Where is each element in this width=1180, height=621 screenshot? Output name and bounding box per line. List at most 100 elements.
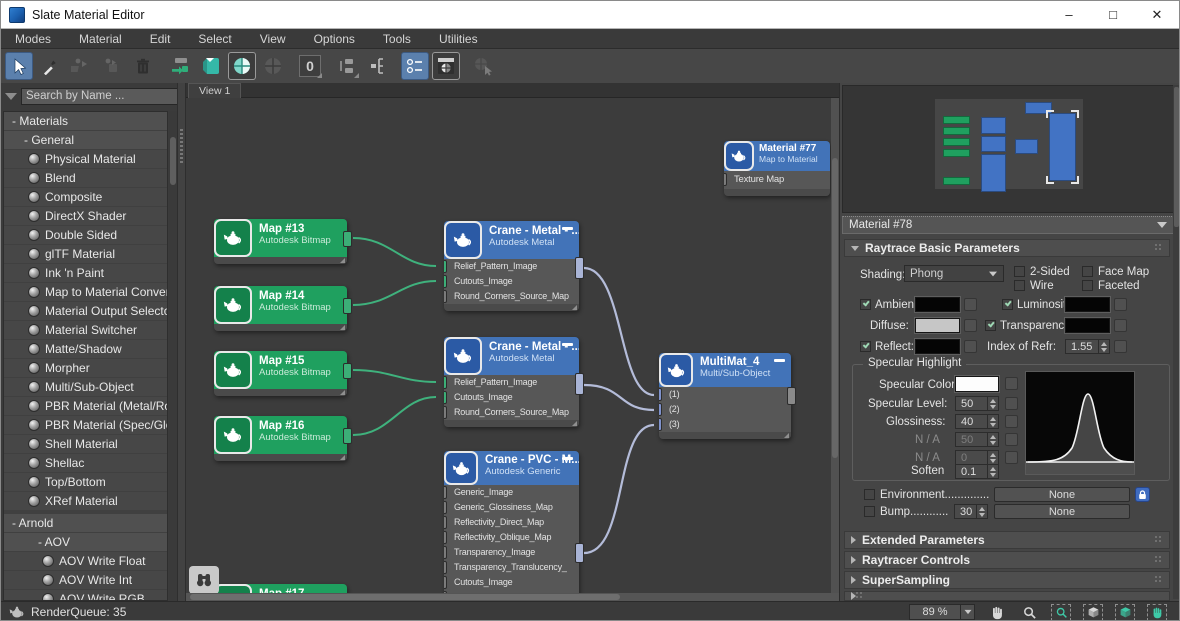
parameter-editor-toggle-button[interactable] [432,52,460,80]
zoom-extents-selected-button[interactable] [1115,603,1135,620]
environment-map-button[interactable]: None [994,487,1130,502]
pan-tool-button[interactable] [987,604,1007,621]
node-header[interactable]: Crane - PVC - M... Autodesk Generic [444,451,579,485]
tree-item-shell-material[interactable]: Shell Material [4,435,167,453]
node-header[interactable]: Material #77 Map to Material [724,141,830,171]
diffuse-color-swatch[interactable] [915,318,960,333]
output-socket[interactable] [575,373,584,395]
maximize-button[interactable]: □ [1091,1,1135,28]
menu-tools[interactable]: Tools [369,29,425,48]
rollout-raytracer-controls[interactable]: Raytracer Controls [844,551,1170,569]
browser-options-dropdown-icon[interactable] [5,92,17,100]
tree-item-morpher[interactable]: Morpher [4,359,167,377]
face-map-checkbox[interactable] [1082,266,1093,277]
input-socket[interactable] [444,561,447,574]
input-socket[interactable] [444,591,447,593]
node-map15[interactable]: Map #15 Autodesk Bitmap [214,351,352,396]
luminosity-checkbox[interactable] [1002,299,1013,310]
environment-lock-button[interactable] [1135,487,1150,502]
resize-grip-icon[interactable] [572,305,577,310]
select-by-material-button[interactable] [469,52,497,80]
navigator-minimap[interactable] [842,85,1174,213]
reflect-checkbox[interactable] [860,341,871,352]
node-header[interactable]: Map #16 Autodesk Bitmap [214,416,347,454]
spinner-arrows-icon[interactable] [1098,340,1109,353]
spinner-arrows-icon[interactable] [976,505,987,518]
input-socket[interactable] [444,290,447,303]
tab-view1[interactable]: View 1 [188,83,242,98]
node-multimat4[interactable]: MultiMat_4 Multi/Sub-Object (1) (2) (3) [659,353,796,439]
node-header[interactable]: Crane - Metal - ... Autodesk Metal [444,337,579,375]
input-socket[interactable] [724,173,727,186]
faceted-checkbox[interactable] [1082,280,1093,291]
resize-grip-icon[interactable] [340,390,345,395]
panel-splitter[interactable] [177,83,186,601]
pick-material-from-object-button[interactable] [36,52,64,80]
input-slot[interactable]: Generic_Image [444,485,579,500]
collapse-node-icon[interactable] [562,457,573,460]
sidebar-scrollbar-thumb[interactable] [170,137,176,185]
specular-level-spinner[interactable]: 50 [955,396,999,411]
tree-item-pbr-metal-rough[interactable]: PBR Material (Metal/Rou... [4,397,167,415]
input-socket[interactable] [444,516,447,529]
assign-material-to-selection-button[interactable] [67,52,95,80]
panel-scrollbar[interactable] [1173,85,1179,599]
wire-checkbox[interactable] [1014,280,1025,291]
input-slot[interactable]: Cutouts_Image [444,274,579,289]
input-slot[interactable]: Round_Corners_Source_Map [444,289,579,304]
input-socket[interactable] [444,546,447,559]
environment-checkbox[interactable] [864,489,875,500]
spinner-arrows-icon[interactable] [987,465,998,478]
input-socket[interactable] [444,531,447,544]
tree-group-aov[interactable]: - AOV [4,533,167,551]
two-sided-checkbox[interactable] [1014,266,1025,277]
node-map14[interactable]: Map #14 Autodesk Bitmap [214,286,352,331]
menu-utilities[interactable]: Utilities [425,29,492,48]
input-slot[interactable]: (3) [659,417,791,432]
canvas-vertical-scrollbar-thumb[interactable] [832,158,838,458]
menu-material[interactable]: Material [65,29,136,48]
bump-amount-spinner[interactable]: 30 [954,504,988,519]
specular-color-map-button[interactable] [1005,377,1018,390]
input-slot[interactable]: Relief_Pattern_Image [444,375,579,390]
tree-item-pbr-spec-gloss[interactable]: PBR Material (Spec/Gloss) [4,416,167,434]
input-slot[interactable]: Transparency_Image [444,545,579,560]
ambient-color-swatch[interactable] [915,297,960,312]
bump-checkbox[interactable] [864,506,875,517]
layout-children-button[interactable] [364,52,392,80]
tree-item-shellac[interactable]: Shellac [4,454,167,472]
input-socket[interactable] [659,388,662,401]
transparency-color-swatch[interactable] [1065,318,1110,333]
select-tool-button[interactable] [5,52,33,80]
tree-item-aov-write-rgb[interactable]: AOV Write RGB [4,590,167,600]
reflect-map-button[interactable] [964,340,977,353]
material-name-dropdown[interactable]: Material #78 [842,216,1174,234]
collapse-node-icon[interactable] [562,343,573,346]
tree-item-material-output-selector[interactable]: Material Output Selector [4,302,167,320]
input-socket[interactable] [444,275,447,288]
input-slot[interactable]: Generic_Glossiness_Map [444,500,579,515]
tree-group-general[interactable]: - General [4,131,167,149]
rollout-extended-parameters[interactable]: Extended Parameters [844,531,1170,549]
output-socket[interactable] [787,387,796,405]
diffuse-map-button[interactable] [964,319,977,332]
resize-grip-icon[interactable] [784,433,789,438]
tree-item-directx-shader[interactable]: DirectX Shader [4,207,167,225]
transparency-checkbox[interactable] [985,320,996,331]
node-map13[interactable]: Map #13 Autodesk Bitmap [214,219,352,264]
soften-spinner[interactable]: 0.1 [955,464,999,479]
input-slot[interactable]: (2) [659,402,791,417]
node-header[interactable]: MultiMat_4 Multi/Sub-Object [659,353,791,387]
input-socket[interactable] [444,376,447,389]
layout-all-vertical-button[interactable] [333,52,361,80]
luminosity-color-swatch[interactable] [1065,297,1110,312]
tree-group-arnold[interactable]: - Arnold [4,514,167,532]
output-socket[interactable] [343,231,352,247]
glossiness-spinner[interactable]: 40 [955,414,999,429]
node-crane-metal-1[interactable]: Crane - Metal - ... Autodesk Metal Relie… [444,221,584,311]
node-map16[interactable]: Map #16 Autodesk Bitmap [214,416,352,461]
canvas-horizontal-scrollbar-thumb[interactable] [190,594,620,600]
input-socket[interactable] [444,391,447,404]
tree-group-materials[interactable]: - Materials [4,112,167,130]
node-material77[interactable]: Material #77 Map to Material Texture Map [724,141,830,196]
